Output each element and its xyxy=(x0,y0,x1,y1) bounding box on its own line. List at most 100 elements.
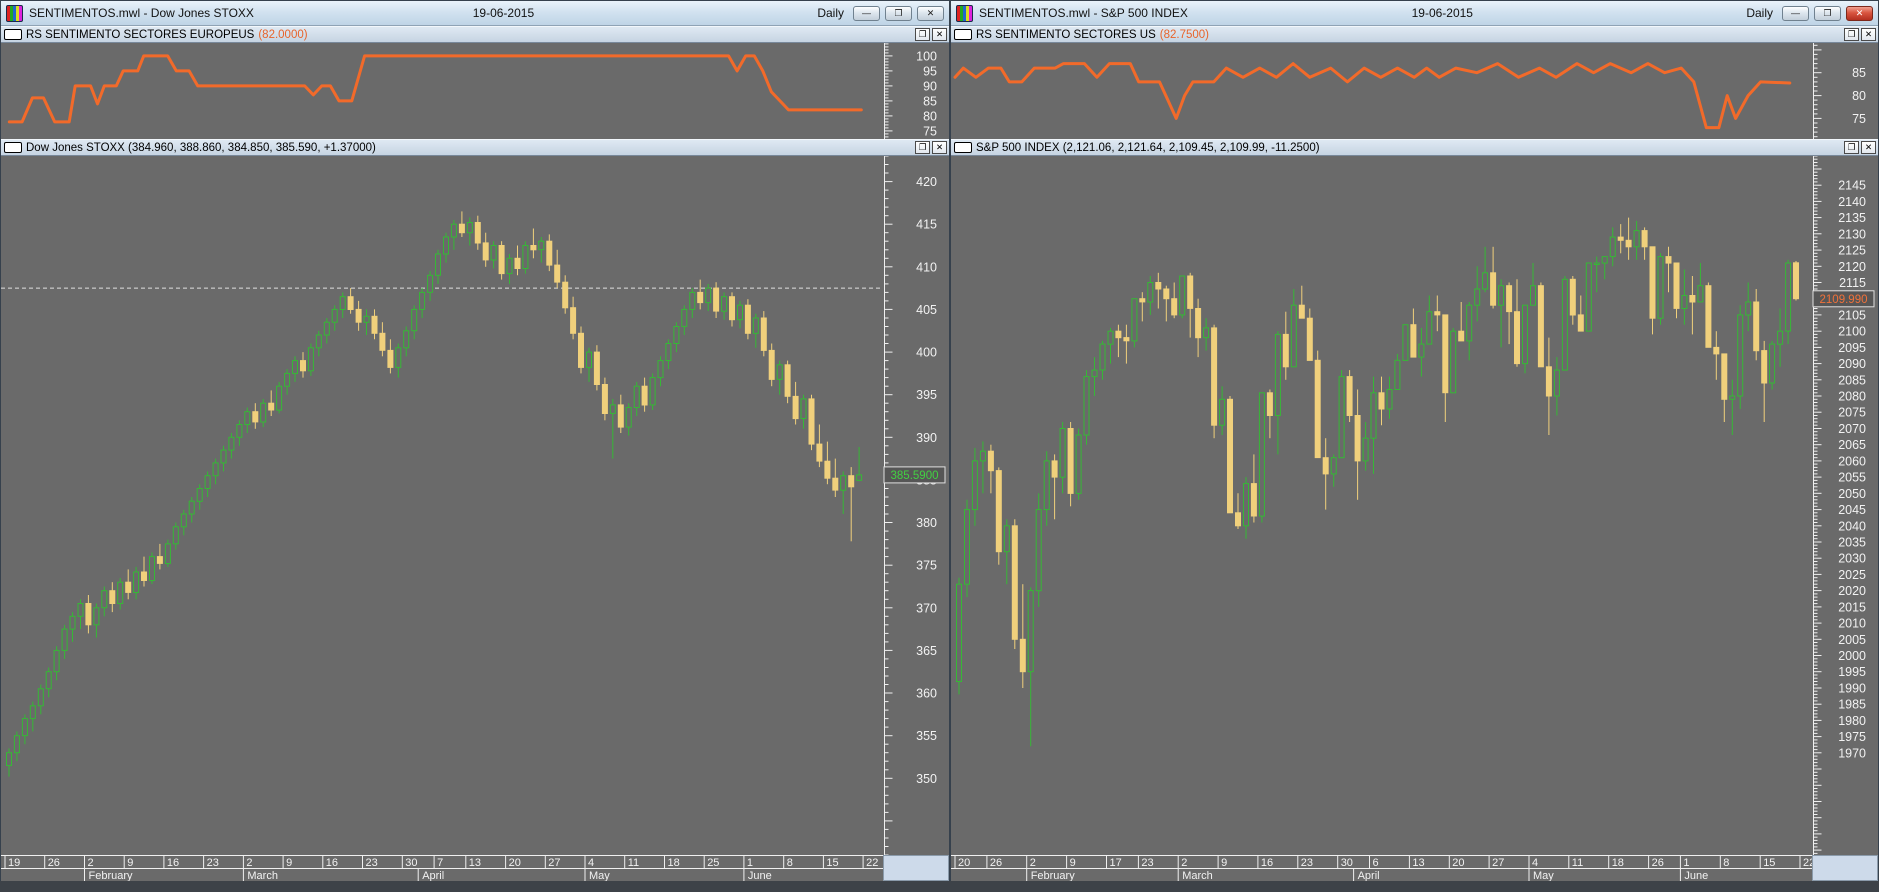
close-button[interactable]: ✕ xyxy=(1846,5,1873,21)
periodicity-label: Daily xyxy=(1746,6,1773,20)
svg-text:2025: 2025 xyxy=(1838,568,1866,582)
svg-text:2100: 2100 xyxy=(1838,325,1866,339)
restore-button[interactable]: ❐ xyxy=(885,5,912,21)
svg-text:390: 390 xyxy=(916,431,937,445)
svg-text:85: 85 xyxy=(923,94,937,108)
collapse-icon[interactable] xyxy=(954,142,972,153)
panel-close-button[interactable]: ✕ xyxy=(1861,28,1876,41)
restore-button[interactable]: ❐ xyxy=(1814,5,1841,21)
svg-text:1995: 1995 xyxy=(1838,665,1866,679)
candlestick-chart[interactable] xyxy=(951,156,1812,855)
panel-close-button[interactable]: ✕ xyxy=(932,28,947,41)
svg-text:95: 95 xyxy=(923,64,937,78)
collapse-icon[interactable] xyxy=(4,29,22,40)
svg-text:19: 19 xyxy=(8,857,20,869)
svg-text:2125: 2125 xyxy=(1838,244,1866,258)
indicator-chart[interactable] xyxy=(1,43,883,139)
svg-text:410: 410 xyxy=(916,260,937,274)
svg-text:4: 4 xyxy=(588,857,594,869)
svg-text:1985: 1985 xyxy=(1838,698,1866,712)
svg-text:9: 9 xyxy=(127,857,133,869)
svg-text:2: 2 xyxy=(246,857,252,869)
close-button[interactable]: ✕ xyxy=(917,5,944,21)
svg-text:6: 6 xyxy=(1373,857,1379,869)
svg-text:80: 80 xyxy=(923,109,937,123)
svg-text:2075: 2075 xyxy=(1838,406,1866,420)
svg-text:30: 30 xyxy=(405,857,417,869)
svg-text:100: 100 xyxy=(916,49,937,63)
svg-text:85: 85 xyxy=(1852,66,1866,80)
svg-text:90: 90 xyxy=(923,79,937,93)
svg-text:365: 365 xyxy=(916,644,937,658)
svg-text:23: 23 xyxy=(1301,857,1313,869)
svg-text:2060: 2060 xyxy=(1838,454,1866,468)
svg-text:February: February xyxy=(89,870,134,881)
svg-text:2005: 2005 xyxy=(1838,633,1866,647)
svg-text:375: 375 xyxy=(916,559,937,573)
panel-restore-button[interactable]: ❐ xyxy=(1844,28,1859,41)
indicator-chart[interactable] xyxy=(951,43,1812,139)
svg-text:20: 20 xyxy=(1452,857,1464,869)
svg-text:2130: 2130 xyxy=(1838,227,1866,241)
svg-text:15: 15 xyxy=(1763,857,1775,869)
app-icon xyxy=(956,4,973,22)
window-title: SENTIMENTOS.mwl - S&P 500 INDEX xyxy=(979,6,1188,20)
svg-text:April: April xyxy=(422,870,444,881)
svg-text:16: 16 xyxy=(167,857,179,869)
svg-text:23: 23 xyxy=(366,857,378,869)
svg-text:26: 26 xyxy=(990,857,1002,869)
titlebar[interactable]: SENTIMENTOS.mwl - Dow Jones STOXX 19-06-… xyxy=(1,1,949,26)
svg-text:25: 25 xyxy=(707,857,719,869)
svg-text:16: 16 xyxy=(1261,857,1273,869)
svg-text:22: 22 xyxy=(866,857,878,869)
svg-text:2105: 2105 xyxy=(1838,308,1866,322)
svg-text:2: 2 xyxy=(1030,857,1036,869)
svg-text:February: February xyxy=(1031,870,1076,881)
svg-text:23: 23 xyxy=(1141,857,1153,869)
window-dow-jones-stoxx: SENTIMENTOS.mwl - Dow Jones STOXX 19-06-… xyxy=(0,0,950,881)
svg-text:2115: 2115 xyxy=(1839,276,1866,290)
collapse-icon[interactable] xyxy=(954,29,972,40)
titlebar-date: 19-06-2015 xyxy=(472,6,535,20)
svg-text:17: 17 xyxy=(1110,857,1122,869)
svg-text:2: 2 xyxy=(1181,857,1187,869)
svg-text:1: 1 xyxy=(747,857,753,869)
svg-text:9: 9 xyxy=(1070,857,1076,869)
panel-restore-button[interactable]: ❐ xyxy=(915,28,930,41)
main-panel-header: S&P 500 INDEX (2,121.06, 2,121.64, 2,109… xyxy=(951,139,1878,156)
svg-text:2010: 2010 xyxy=(1838,617,1866,631)
price-y-axis: 2145214021352130212521202115211021052100… xyxy=(1812,156,1878,855)
app-icon xyxy=(6,4,23,22)
svg-text:23: 23 xyxy=(207,857,219,869)
svg-text:2015: 2015 xyxy=(1838,600,1866,614)
panel-restore-button[interactable]: ❐ xyxy=(915,141,930,154)
svg-text:7: 7 xyxy=(437,857,443,869)
svg-text:2000: 2000 xyxy=(1838,649,1866,663)
svg-text:May: May xyxy=(1533,870,1554,881)
minimize-button[interactable]: — xyxy=(853,5,880,21)
svg-text:2030: 2030 xyxy=(1838,552,1866,566)
svg-text:18: 18 xyxy=(1612,857,1624,869)
minimize-button[interactable]: — xyxy=(1782,5,1809,21)
axis-corner xyxy=(1812,855,1878,881)
panel-close-button[interactable]: ✕ xyxy=(1861,141,1876,154)
periodicity-label: Daily xyxy=(817,6,844,20)
svg-text:75: 75 xyxy=(923,124,937,138)
svg-text:75: 75 xyxy=(1852,112,1866,126)
svg-text:8: 8 xyxy=(787,857,793,869)
titlebar[interactable]: SENTIMENTOS.mwl - S&P 500 INDEX 19-06-20… xyxy=(951,1,1878,26)
panel-close-button[interactable]: ✕ xyxy=(932,141,947,154)
window-sp500-index: SENTIMENTOS.mwl - S&P 500 INDEX 19-06-20… xyxy=(950,0,1879,881)
svg-text:2135: 2135 xyxy=(1838,211,1866,225)
collapse-icon[interactable] xyxy=(4,142,22,153)
svg-text:13: 13 xyxy=(469,857,481,869)
svg-text:1: 1 xyxy=(1683,857,1689,869)
instrument-ohlc-label: Dow Jones STOXX (384.960, 388.860, 384.8… xyxy=(26,141,376,154)
svg-text:2040: 2040 xyxy=(1838,519,1866,533)
instrument-ohlc-label: S&P 500 INDEX (2,121.06, 2,121.64, 2,109… xyxy=(976,141,1320,154)
svg-text:420: 420 xyxy=(916,175,937,189)
svg-text:11: 11 xyxy=(1572,857,1583,869)
panel-restore-button[interactable]: ❐ xyxy=(1844,141,1859,154)
svg-text:June: June xyxy=(748,870,772,881)
candlestick-chart[interactable] xyxy=(1,156,883,855)
